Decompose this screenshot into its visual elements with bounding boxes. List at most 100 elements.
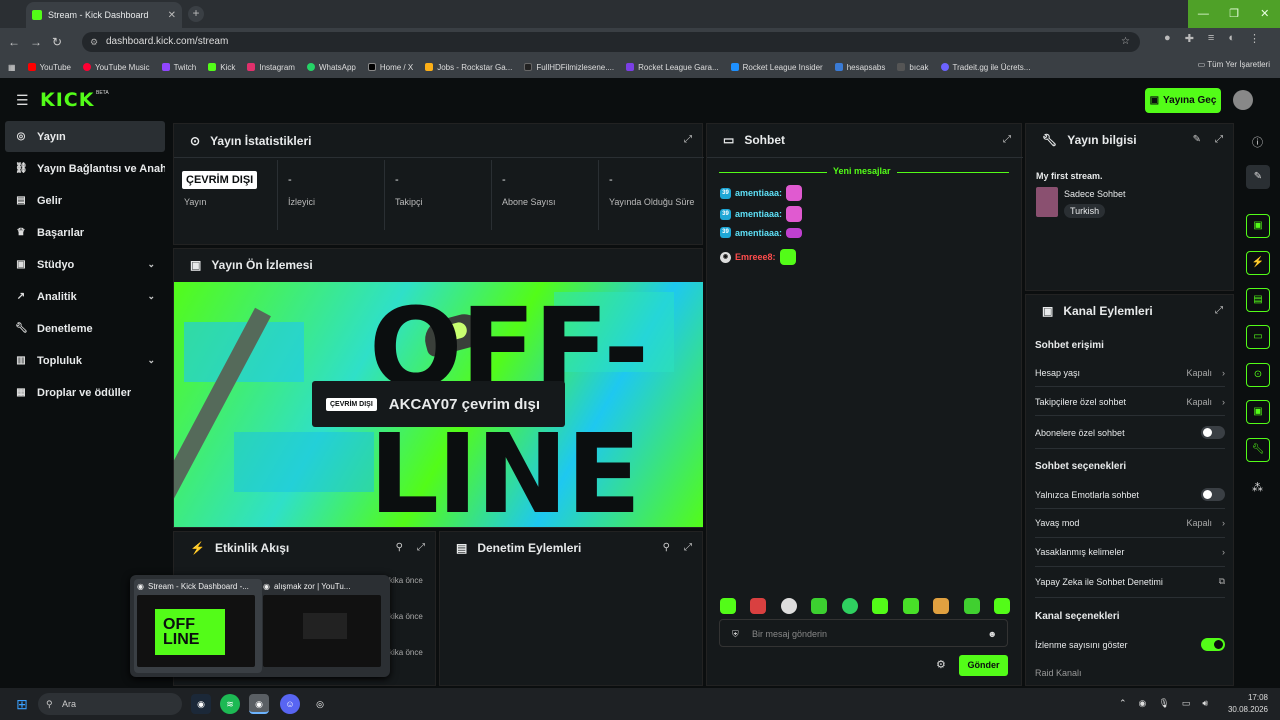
network-icon[interactable]: ▭ xyxy=(1182,698,1191,709)
forward-icon[interactable]: → xyxy=(30,35,42,49)
send-button[interactable]: Gönder xyxy=(959,655,1008,676)
bookmark-youtube-music[interactable]: YouTube Music xyxy=(83,63,150,72)
bookmark-rocket-league-insider[interactable]: Rocket League Insider xyxy=(730,63,823,72)
new-tab-button[interactable]: + xyxy=(188,6,204,22)
filter-icon[interactable]: ⚲ xyxy=(396,542,403,553)
sidebar-item-analytics[interactable]: ↗ Analitik ⌄ xyxy=(5,281,165,312)
rail-stats-icon[interactable]: ⊙ xyxy=(1246,363,1270,387)
go-live-button[interactable]: ▣ Yayına Geç xyxy=(1145,88,1221,113)
rail-preview-icon[interactable]: ▣ xyxy=(1246,214,1270,238)
expand-icon[interactable]: ⤢ xyxy=(417,542,425,553)
emote-icon[interactable] xyxy=(720,598,736,614)
sidebar-item-achievements[interactable]: ♛ Başarılar xyxy=(5,217,165,248)
ai-moderation-row[interactable]: Yapay Zeka ile Sohbet Denetimi ⧉ xyxy=(1035,576,1225,587)
emote-icon[interactable] xyxy=(993,598,1010,614)
chat-input[interactable]: ⛨ Bir mesaj gönderin ☻ xyxy=(719,619,1008,647)
bookmark-rocket-league-garage[interactable]: Rocket League Gara... xyxy=(626,63,719,72)
chrome-taskbar-icon[interactable]: ◉ xyxy=(249,694,269,714)
banned-words-row[interactable]: Yasaklanmış kelimeler › xyxy=(1035,547,1225,557)
reload-icon[interactable]: ↻ xyxy=(52,35,62,49)
back-icon[interactable]: ← xyxy=(8,35,20,49)
browser-tab[interactable]: Stream - Kick Dashboard ✕ xyxy=(26,2,182,28)
sidebar-item-moderation[interactable]: 🔧︎ Denetleme xyxy=(5,313,165,344)
bookmark-twitch[interactable]: Twitch xyxy=(161,63,196,72)
emote-icon[interactable] xyxy=(902,598,919,614)
filter-icon[interactable]: ⚲ xyxy=(663,542,670,553)
followers-only-row[interactable]: Takipçilere özel sohbet Kapalı › xyxy=(1035,397,1225,407)
system-clock[interactable]: 17:08 30.08.2026 xyxy=(1228,692,1268,716)
extension-icon[interactable]: ● xyxy=(1164,32,1171,45)
steam-tray-icon[interactable]: ◉ xyxy=(1139,698,1147,709)
emote-icon[interactable] xyxy=(933,598,950,614)
category-name[interactable]: Sadece Sohbet xyxy=(1064,189,1126,199)
info-icon[interactable]: ⓘ xyxy=(1252,134,1263,150)
rail-more-icon[interactable]: ⁂ xyxy=(1252,481,1263,494)
emote-only-toggle[interactable] xyxy=(1201,488,1225,501)
emote-icon[interactable] xyxy=(811,598,828,614)
chat-settings-gear-icon[interactable]: ⚙ xyxy=(936,658,946,671)
rail-activity-icon[interactable]: ⚡ xyxy=(1246,251,1270,275)
expand-icon[interactable]: ⤢ xyxy=(1215,134,1223,145)
thumbnail-youtube[interactable]: ◉ alışmak zor | YouTu... xyxy=(260,579,388,673)
bookmark-star-icon[interactable]: ☆ xyxy=(1121,32,1130,52)
hamburger-menu-icon[interactable]: ☰ xyxy=(16,92,29,109)
bookmark-fullhdfilm[interactable]: FullHDFilmizlesene.... xyxy=(524,63,614,72)
bookmark-tradeit[interactable]: Tradeit.gg ile Ücrets... xyxy=(940,63,1030,72)
bookmark-kick[interactable]: Kick xyxy=(208,63,235,72)
emote-icon[interactable] xyxy=(750,598,767,614)
expand-icon[interactable]: ⤢ xyxy=(1003,134,1011,145)
media-icon[interactable]: ≡ xyxy=(1208,32,1214,45)
expand-icon[interactable]: ⤢ xyxy=(1215,305,1223,316)
sidebar-item-drops[interactable]: ▦ Droplar ve ödüller xyxy=(5,377,165,408)
all-bookmarks[interactable]: ▭ Tüm Yer İşaretleri xyxy=(1198,60,1270,69)
sidebar-item-stream-key[interactable]: ⛓Yayın Bağlantısı ve Anahtarı xyxy=(5,153,165,184)
bookmark-bicak[interactable]: bıcak xyxy=(897,63,929,72)
emote-icon[interactable] xyxy=(963,598,980,614)
close-window-icon[interactable]: ✕ xyxy=(1249,0,1280,28)
windows-start-icon[interactable]: ⊞ xyxy=(12,694,32,714)
show-viewers-toggle[interactable] xyxy=(1201,638,1225,651)
rail-wrench-icon[interactable]: 🔧︎ xyxy=(1246,438,1270,462)
bookmark-whatsapp[interactable]: WhatsApp xyxy=(306,63,356,72)
menu-icon[interactable]: ⋮ xyxy=(1249,32,1260,45)
discord-icon[interactable]: ☺ xyxy=(280,694,300,714)
taskbar-search[interactable]: ⚲ Ara xyxy=(38,693,182,715)
expand-icon[interactable]: ⤢ xyxy=(684,542,692,553)
subs-only-toggle[interactable] xyxy=(1201,426,1225,439)
emoji-icon[interactable]: ☻ xyxy=(988,620,997,648)
sidebar-item-stream[interactable]: ◎ Yayın xyxy=(5,121,165,152)
apps-icon[interactable]: ▦ xyxy=(8,63,16,72)
account-age-row[interactable]: Hesap yaşı Kapalı › xyxy=(1035,368,1225,378)
user-avatar[interactable] xyxy=(1233,90,1253,110)
mic-icon[interactable]: 🎙︎ xyxy=(1158,698,1169,709)
rail-chat-icon[interactable]: ▭ xyxy=(1246,325,1270,349)
raid-channel-row[interactable]: Raid Kanalı xyxy=(1035,668,1225,678)
slow-mode-row[interactable]: Yavaş mod Kapalı › xyxy=(1035,518,1225,528)
close-tab-icon[interactable]: ✕ xyxy=(168,10,176,21)
sidebar-item-revenue[interactable]: ▤ Gelir xyxy=(5,185,165,216)
sidebar-item-studio[interactable]: ▣ Stüdyo ⌄ xyxy=(5,249,165,280)
thumbnail-kick[interactable]: ◉ Stream - Kick Dashboard -... OFF LINE xyxy=(134,579,262,673)
app-icon[interactable]: ◎ xyxy=(310,694,330,714)
tray-chevron-icon[interactable]: ⌃ xyxy=(1119,698,1127,709)
steam-icon[interactable]: ◉ xyxy=(191,694,211,714)
rail-channel-icon[interactable]: ▣ xyxy=(1246,400,1270,424)
spotify-icon[interactable]: ≋ xyxy=(220,694,240,714)
bookmark-rockstar-jobs[interactable]: Jobs - Rockstar Ga... xyxy=(425,63,512,72)
puzzle-icon[interactable]: ✚ xyxy=(1185,32,1194,45)
bookmark-youtube[interactable]: YouTube xyxy=(27,63,71,72)
site-info-icon[interactable]: ⚙ xyxy=(90,32,98,52)
kick-logo[interactable]: KICK xyxy=(40,89,94,111)
sidebar-item-community[interactable]: ▥ Topluluk ⌄ xyxy=(5,345,165,376)
bookmark-x[interactable]: Home / X xyxy=(367,63,413,72)
emote-icon[interactable] xyxy=(872,598,889,614)
bookmark-hesapsabs[interactable]: hesapsabs xyxy=(834,63,885,72)
volume-icon[interactable]: 🔊︎ xyxy=(1202,698,1208,709)
minimize-icon[interactable]: — xyxy=(1188,0,1219,28)
expand-icon[interactable]: ⤢ xyxy=(684,134,692,145)
profile-icon[interactable]: ◐ xyxy=(1228,32,1235,45)
rail-moderation-icon[interactable]: ▤ xyxy=(1246,288,1270,312)
maximize-icon[interactable]: ❐ xyxy=(1219,0,1250,28)
emote-icon[interactable] xyxy=(841,598,858,614)
emote-icon[interactable] xyxy=(780,598,797,614)
